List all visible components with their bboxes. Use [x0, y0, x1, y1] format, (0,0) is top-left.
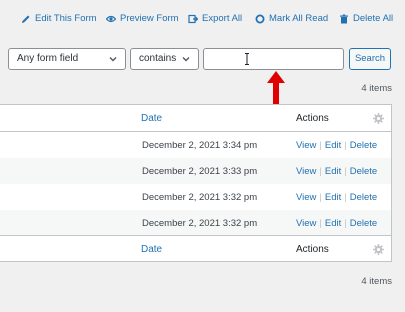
entry-date: December 2, 2021 3:32 pm	[142, 218, 258, 229]
row-actions: View | Edit | Delete	[296, 218, 377, 229]
date-column-footer[interactable]: Date	[141, 244, 162, 255]
separator: |	[319, 140, 322, 151]
edit-form-link[interactable]: Edit This Form	[20, 13, 97, 24]
top-item-count: 4 items	[361, 83, 392, 94]
separator: |	[344, 218, 347, 229]
table-row: December 2, 2021 3:34 pm View | Edit | Delet…	[0, 132, 391, 158]
view-link[interactable]: View	[296, 140, 316, 151]
preview-form-label: Preview Form	[120, 13, 179, 24]
search-button[interactable]: Search	[349, 48, 391, 70]
field-select[interactable]: Any form field	[8, 48, 126, 70]
delete-all-label: Delete All	[353, 13, 394, 24]
entry-date: December 2, 2021 3:34 pm	[142, 140, 258, 151]
gear-icon[interactable]	[373, 244, 384, 255]
separator: |	[344, 166, 347, 177]
row-actions: View | Edit | Delete	[296, 166, 377, 177]
red-arrow-icon	[267, 71, 285, 105]
actions-column-header: Actions	[296, 113, 329, 124]
eye-icon	[105, 13, 116, 24]
view-link[interactable]: View	[296, 192, 316, 203]
view-link[interactable]: View	[296, 166, 316, 177]
delete-link[interactable]: Delete	[350, 140, 377, 151]
circle-icon	[254, 13, 265, 24]
search-input[interactable]	[203, 48, 344, 70]
row-actions: View | Edit | Delete	[296, 140, 377, 151]
chevron-down-icon	[182, 57, 190, 62]
form-entries-toolbar: Edit This Form Preview Form Export All M…	[0, 9, 405, 31]
gear-icon[interactable]	[373, 113, 384, 124]
export-icon	[187, 13, 198, 24]
delete-link[interactable]: Delete	[350, 192, 377, 203]
chevron-down-icon	[109, 57, 117, 62]
table-row: December 2, 2021 3:33 pm View | Edit | Delet…	[0, 158, 391, 184]
separator: |	[319, 218, 322, 229]
entries-table: Date Actions December 2, 2021 3:34 pm Vi…	[0, 104, 392, 262]
edit-link[interactable]: Edit	[325, 218, 341, 229]
operator-select[interactable]: contains	[130, 48, 199, 70]
delete-all-link[interactable]: Delete All	[338, 13, 393, 24]
row-actions: View | Edit | Delete	[296, 192, 377, 203]
field-select-value: Any form field	[17, 53, 79, 64]
trash-icon	[338, 13, 349, 24]
mark-all-read-label: Mark All Read	[269, 13, 329, 24]
table-row: December 2, 2021 3:32 pm View | Edit | Delet…	[0, 184, 391, 210]
view-link[interactable]: View	[296, 218, 316, 229]
operator-select-value: contains	[139, 53, 177, 64]
text-cursor-icon	[245, 53, 249, 65]
mark-all-read-link[interactable]: Mark All Read	[254, 13, 328, 24]
delete-link[interactable]: Delete	[350, 166, 377, 177]
edit-link[interactable]: Edit	[325, 140, 341, 151]
entry-date: December 2, 2021 3:32 pm	[142, 192, 258, 203]
table-footer: Date Actions	[0, 235, 391, 262]
actions-column-footer: Actions	[296, 244, 329, 255]
search-filters: Any form field contains Search	[0, 48, 405, 72]
separator: |	[344, 140, 347, 151]
separator: |	[344, 192, 347, 203]
table-header: Date Actions	[0, 105, 391, 132]
date-column-header[interactable]: Date	[141, 113, 162, 124]
edit-link[interactable]: Edit	[325, 192, 341, 203]
separator: |	[319, 192, 322, 203]
delete-link[interactable]: Delete	[350, 218, 377, 229]
separator: |	[319, 166, 322, 177]
bottom-item-count: 4 items	[361, 276, 392, 287]
export-all-link[interactable]: Export All	[187, 13, 242, 24]
table-row: December 2, 2021 3:32 pm View | Edit | Delet…	[0, 210, 391, 236]
preview-form-link[interactable]: Preview Form	[105, 13, 179, 24]
edit-form-label: Edit This Form	[35, 13, 97, 24]
pencil-icon	[20, 13, 31, 24]
edit-link[interactable]: Edit	[325, 166, 341, 177]
entry-date: December 2, 2021 3:33 pm	[142, 166, 258, 177]
export-all-label: Export All	[202, 13, 243, 24]
